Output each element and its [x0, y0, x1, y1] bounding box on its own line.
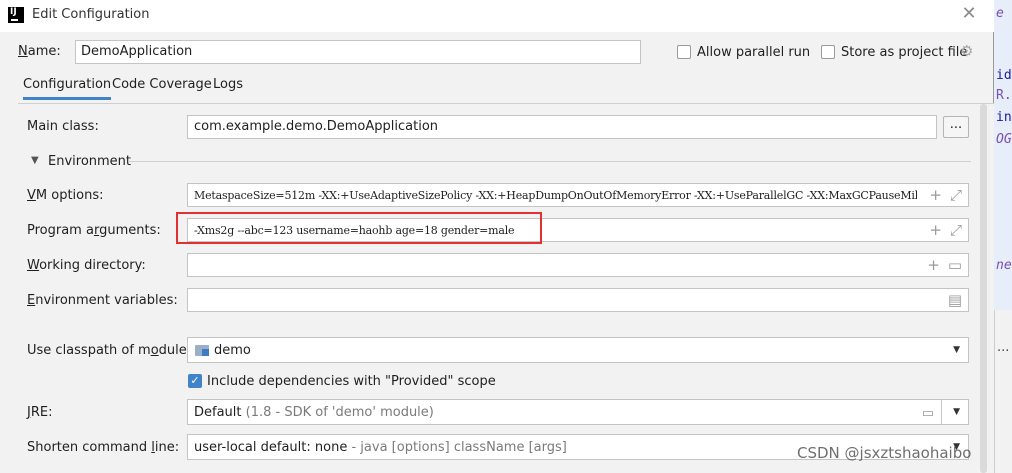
include-provided-label: Include dependencies with "Provided" sco…	[207, 374, 496, 389]
allow-parallel-run-label: Allow parallel run	[697, 45, 811, 60]
folder-open-icon[interactable]: ▭	[922, 406, 934, 421]
classpath-module-label: Use classpath of module:	[27, 343, 192, 358]
editor-fragment: ...	[997, 340, 1010, 355]
expand-icon[interactable]: ⤢	[950, 186, 962, 204]
field-actions: + ⤢	[921, 222, 962, 238]
expand-icon[interactable]: ⤢	[950, 221, 962, 239]
main-class-value: com.example.demo.DemoApplication	[194, 119, 439, 134]
watermark-text: CSDN @jsxztshaohaibo	[797, 444, 972, 462]
intellij-logo-icon: IJ	[8, 7, 24, 23]
annotation-highlight-box	[176, 212, 542, 244]
jre-label: JRE:	[27, 405, 53, 420]
window-title: Edit Configuration	[32, 7, 150, 22]
chevron-down-icon[interactable]: ▼	[953, 407, 960, 417]
editor-fragment: id	[996, 68, 1012, 83]
plus-icon[interactable]: +	[927, 256, 940, 274]
tab-logs[interactable]: Logs	[213, 77, 243, 92]
allow-parallel-run-checkbox[interactable]	[677, 45, 691, 59]
jre-select[interactable]: Default (1.8 - SDK of 'demo' module) ▭ ▼	[187, 399, 969, 425]
program-arguments-label: Program arguments:	[27, 223, 161, 238]
edit-list-icon[interactable]: ▤	[948, 291, 962, 309]
select-divider	[941, 400, 942, 424]
environment-variables-field[interactable]: ▤	[187, 288, 969, 312]
editor-fragment: int	[996, 110, 1012, 125]
include-provided-checkbox[interactable]: ✓	[188, 374, 202, 388]
module-folder-icon	[195, 345, 209, 356]
editor-fragment: R.i	[996, 88, 1012, 103]
shorten-command-line-label: Shorten command line:	[27, 440, 180, 455]
vertical-scrollbar[interactable]	[976, 104, 994, 473]
plus-icon[interactable]: +	[929, 186, 942, 204]
store-as-project-file-label: Store as project file	[841, 45, 968, 60]
editor-fragment: OGG	[996, 132, 1012, 147]
working-directory-label: Working directory:	[27, 258, 146, 273]
working-directory-field[interactable]: + ▭	[187, 253, 969, 277]
browse-main-class-button[interactable]: ...	[943, 116, 969, 138]
title-bar: IJ Edit Configuration ✕	[0, 0, 994, 32]
close-icon[interactable]: ✕	[960, 5, 978, 23]
collapse-arrow-icon[interactable]: ▼	[31, 155, 39, 166]
name-label: Name:	[18, 44, 61, 59]
vm-options-value: MetaspaceSize=512m -XX:+UseAdaptiveSizeP…	[194, 189, 953, 202]
edit-configuration-dialog: IJ Edit Configuration ✕ Name: DemoApplic…	[0, 0, 994, 473]
jre-value: Default (1.8 - SDK of 'demo' module)	[194, 405, 434, 420]
main-class-field[interactable]: com.example.demo.DemoApplication	[187, 115, 937, 139]
plus-icon[interactable]: +	[929, 221, 942, 239]
editor-fragment: new	[996, 258, 1012, 273]
field-actions: + ▭	[919, 257, 962, 273]
field-actions: ▤	[940, 292, 962, 308]
store-as-project-file-checkbox[interactable]	[821, 45, 835, 59]
name-field[interactable]: DemoApplication	[75, 40, 641, 64]
background-panel: ...	[994, 310, 1012, 473]
tab-code-coverage[interactable]: Code Coverage	[112, 77, 212, 92]
field-actions: + ⤢	[917, 187, 962, 203]
vm-options-field[interactable]: MetaspaceSize=512m -XX:+UseAdaptiveSizeP…	[187, 183, 969, 207]
gear-icon[interactable]: ⚙	[960, 44, 973, 59]
main-class-label: Main class:	[27, 119, 99, 134]
environment-variables-label: Environment variables:	[27, 293, 178, 308]
classpath-module-value: demo	[214, 343, 251, 358]
shorten-command-line-value: user-local default: none - java [options…	[194, 440, 567, 455]
vm-options-label: VM options:	[27, 188, 104, 203]
background-editor: e id R.i int OGG new	[994, 0, 1012, 310]
folder-icon[interactable]: ▭	[948, 256, 962, 274]
editor-fragment: e	[996, 6, 1004, 21]
environment-section-header[interactable]: Environment	[48, 154, 131, 169]
chevron-down-icon[interactable]: ▼	[953, 345, 960, 355]
scrollbar-thumb[interactable]	[980, 104, 987, 473]
section-divider	[128, 161, 971, 162]
tab-configuration[interactable]: Configuration	[23, 77, 112, 100]
classpath-module-select[interactable]: demo ▼	[187, 337, 969, 363]
